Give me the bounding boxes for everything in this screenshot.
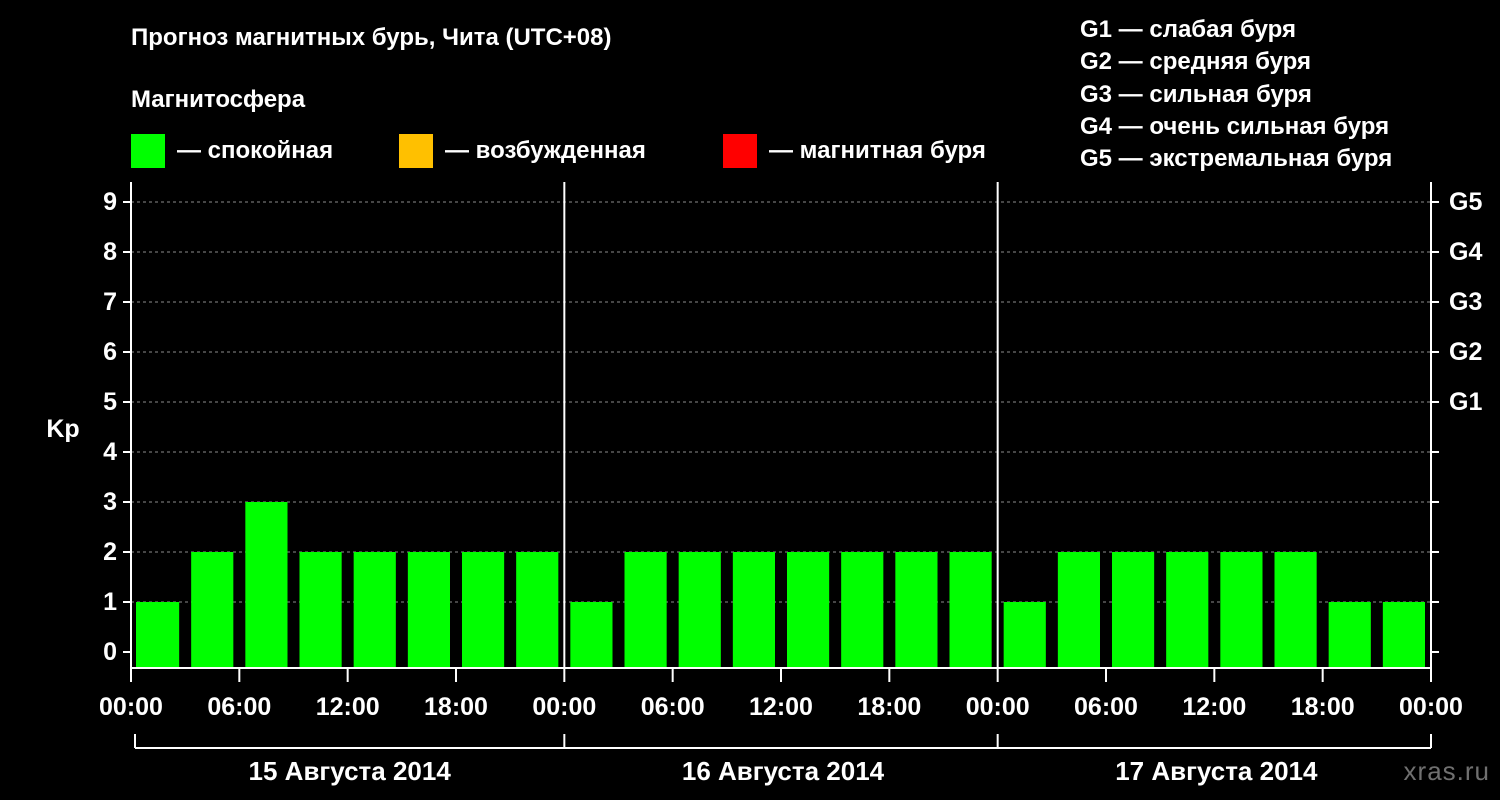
x-tick-label: 06:00 <box>207 693 271 721</box>
kp-bar <box>516 552 559 668</box>
x-tick-label: 00:00 <box>1399 693 1463 721</box>
storm-level-label: G1 <box>1449 388 1482 416</box>
kp-bar <box>407 552 450 668</box>
x-tick-label: 18:00 <box>1291 693 1355 721</box>
y-tick-label: 5 <box>103 388 117 416</box>
kp-bar <box>136 602 180 668</box>
x-tick-label: 06:00 <box>1074 693 1138 721</box>
x-tick-label: 00:00 <box>99 693 163 721</box>
kp-bar-chart: 0 1 2 3 4 5 6 7 8 9 G1 G2 G3 G4 G5 Kp 00:00 06:00 12:00 18:… <box>46 182 1482 786</box>
kp-bar <box>191 552 234 668</box>
kp-bar <box>353 552 396 668</box>
kp-bar <box>299 552 342 668</box>
day-label: 15 Августа 2014 <box>249 756 452 786</box>
kp-bar <box>1166 552 1209 668</box>
kp-bar <box>841 552 884 668</box>
kp-bar <box>624 552 667 668</box>
storm-level-label: G3 <box>1449 288 1482 316</box>
y-tick-label: 7 <box>103 288 117 316</box>
kp-bar <box>462 552 505 668</box>
kp-bar <box>949 552 992 668</box>
kp-bar <box>1328 602 1371 668</box>
y-tick-label: 6 <box>103 338 117 366</box>
x-tick-label: 06:00 <box>641 693 705 721</box>
kp-bar <box>1003 602 1046 668</box>
x-tick-label: 18:00 <box>857 693 921 721</box>
kp-bar <box>1057 552 1100 668</box>
y-tick-label: 1 <box>103 588 117 616</box>
y-tick-label: 3 <box>103 488 117 516</box>
kp-bar <box>678 552 721 668</box>
x-tick-label: 12:00 <box>1182 693 1246 721</box>
kp-bar <box>1274 552 1317 668</box>
x-tick-label: 12:00 <box>316 693 380 721</box>
y-axis-label: Kp <box>46 415 79 443</box>
kp-bar <box>245 502 288 668</box>
watermark: xras.ru <box>1403 756 1490 786</box>
x-tick-label: 00:00 <box>966 693 1030 721</box>
day-label: 17 Августа 2014 <box>1115 756 1318 786</box>
kp-bar <box>1112 552 1155 668</box>
kp-bar <box>895 552 938 668</box>
y-tick-label: 0 <box>103 638 117 666</box>
y-tick-label: 4 <box>103 438 117 466</box>
y-tick-label: 8 <box>103 238 117 266</box>
kp-bar <box>787 552 830 668</box>
kp-bar <box>1220 552 1263 668</box>
x-tick-label: 00:00 <box>532 693 596 721</box>
y-tick-label: 2 <box>103 538 117 566</box>
storm-level-label: G5 <box>1449 188 1482 216</box>
kp-bar <box>1382 602 1425 668</box>
storm-level-label: G2 <box>1449 338 1482 366</box>
kp-bar <box>570 602 613 668</box>
kp-bar <box>732 552 775 668</box>
x-tick-label: 12:00 <box>749 693 813 721</box>
y-tick-label: 9 <box>103 188 117 216</box>
x-tick-label: 18:00 <box>424 693 488 721</box>
storm-level-label: G4 <box>1449 238 1482 266</box>
day-label: 16 Августа 2014 <box>682 756 885 786</box>
